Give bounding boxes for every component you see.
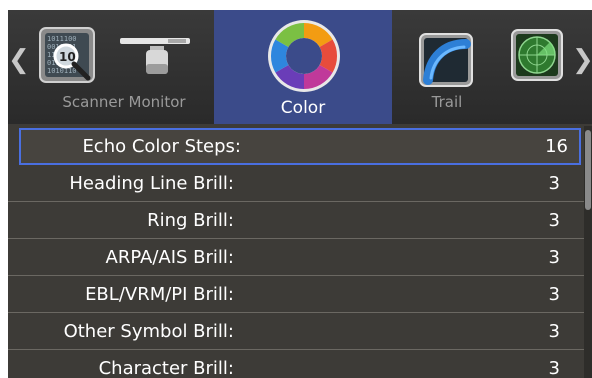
- tab-scanner-monitor[interactable]: 1011100 0010101 1101001 0110011 1010110 …: [34, 10, 214, 124]
- settings-list: Echo Color Steps: 16 Heading Line Brill:…: [8, 126, 592, 378]
- tab-trail[interactable]: Trail: [392, 10, 502, 124]
- radar-settings-screen: ❮ 1011100 0010101 1101001 0110011 101011…: [8, 10, 592, 378]
- function-tab-bar: ❮ 1011100 0010101 1101001 0110011 101011…: [8, 10, 592, 124]
- setting-row-heading-line-brill[interactable]: Heading Line Brill: 3: [8, 165, 584, 202]
- setting-value: 3: [548, 358, 560, 378]
- setting-value: 3: [548, 210, 560, 231]
- setting-value: 3: [548, 284, 560, 305]
- tab-label-scanner-monitor: Scanner Monitor: [62, 93, 186, 111]
- tab-radar[interactable]: [502, 10, 572, 124]
- scroll-right-arrow-icon[interactable]: ❯: [572, 40, 592, 80]
- setting-value: 3: [548, 173, 560, 194]
- radar-icon: [511, 29, 563, 81]
- list-scrollbar[interactable]: [584, 126, 592, 378]
- tab-color[interactable]: Color: [214, 10, 392, 124]
- setting-label: Heading Line Brill:: [69, 173, 234, 194]
- svg-text:1011100: 1011100: [47, 35, 77, 43]
- setting-row-ring-brill[interactable]: Ring Brill: 3: [8, 202, 584, 239]
- setting-row-character-brill[interactable]: Character Brill: 3: [8, 350, 584, 378]
- tab-label-trail: Trail: [431, 93, 463, 111]
- trail-icon: [419, 33, 473, 87]
- monitor-icon: [120, 38, 190, 74]
- setting-label: Ring Brill:: [147, 210, 234, 231]
- scroll-left-arrow-icon[interactable]: ❮: [8, 40, 30, 80]
- color-wheel-icon: [268, 20, 340, 92]
- setting-label: ARPA/AIS Brill:: [105, 247, 235, 268]
- setting-value: 3: [548, 247, 560, 268]
- setting-label: EBL/VRM/PI Brill:: [85, 284, 234, 305]
- setting-label: Character Brill:: [98, 358, 234, 378]
- setting-row-arpa-ais-brill[interactable]: ARPA/AIS Brill: 3: [8, 239, 584, 276]
- setting-label: Echo Color Steps:: [82, 136, 241, 157]
- setting-value: 3: [548, 321, 560, 342]
- scan-zoom-icon: 1011100 0010101 1101001 0110011 1010110 …: [39, 27, 95, 83]
- tab-label-color: Color: [280, 98, 326, 118]
- setting-row-other-symbol-brill[interactable]: Other Symbol Brill: 3: [8, 313, 584, 350]
- setting-label: Other Symbol Brill:: [63, 321, 234, 342]
- svg-text:1010110: 1010110: [47, 67, 77, 75]
- setting-row-echo-color-steps[interactable]: Echo Color Steps: 16: [19, 128, 581, 165]
- setting-value: 16: [545, 136, 568, 157]
- setting-row-ebl-vrm-pi-brill[interactable]: EBL/VRM/PI Brill: 3: [8, 276, 584, 313]
- scrollbar-thumb[interactable]: [585, 130, 591, 210]
